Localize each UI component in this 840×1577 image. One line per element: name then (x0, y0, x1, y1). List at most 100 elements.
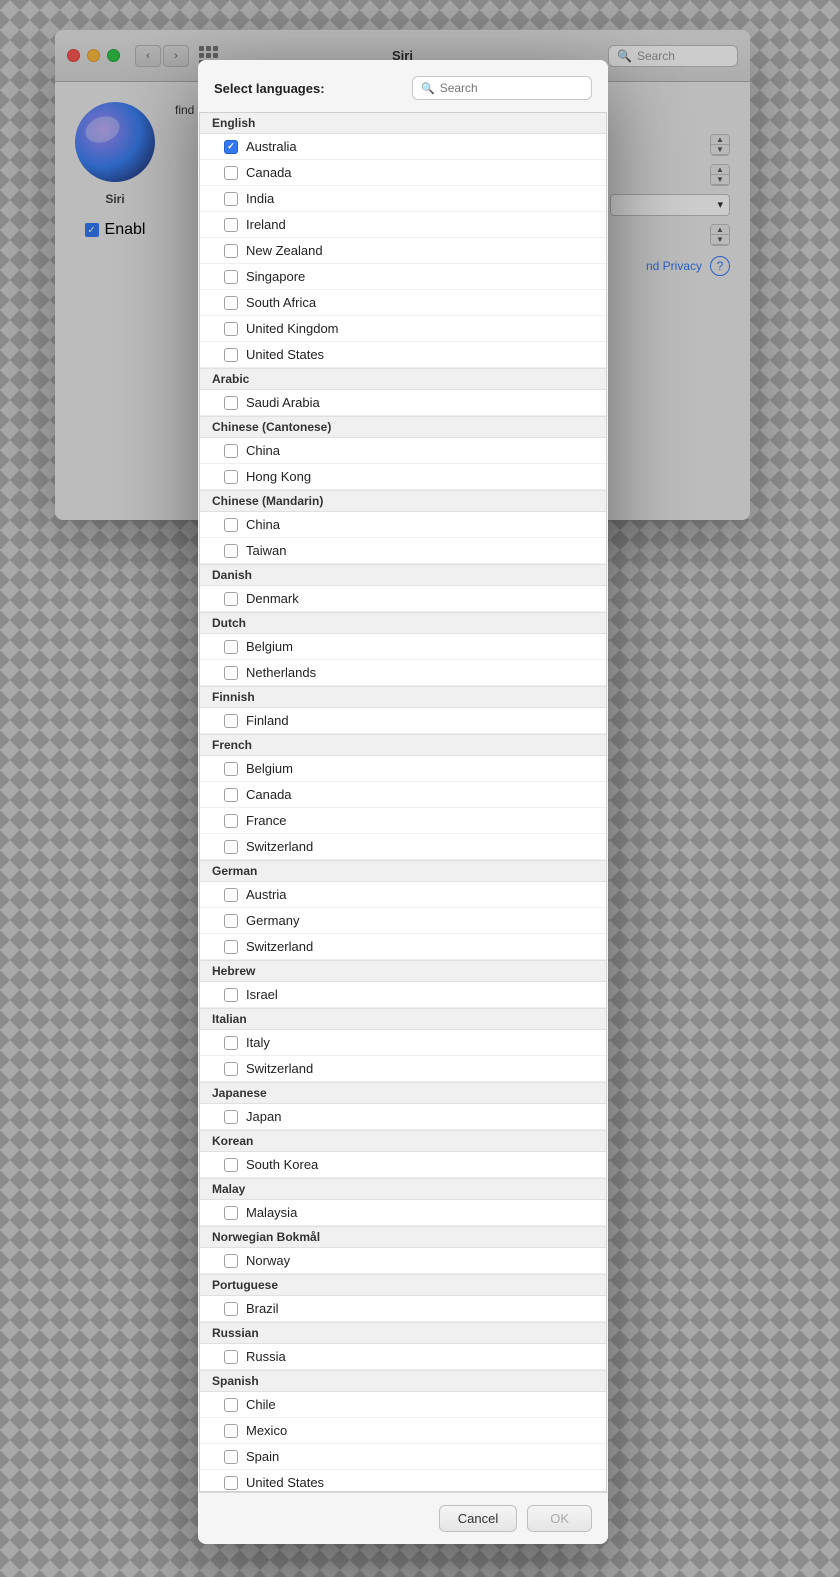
lang-item[interactable]: India (200, 186, 606, 212)
lang-item[interactable]: Switzerland (200, 934, 606, 960)
lang-checkbox[interactable] (224, 270, 238, 284)
lang-checkbox[interactable] (224, 544, 238, 558)
lang-group-danish: Danish (200, 564, 606, 586)
lang-checkbox[interactable] (224, 1206, 238, 1220)
lang-checkbox[interactable] (224, 840, 238, 854)
lang-name: Switzerland (246, 939, 313, 954)
lang-item[interactable]: Canada (200, 782, 606, 808)
lang-checkbox[interactable] (224, 1476, 238, 1490)
lang-item[interactable]: Malaysia (200, 1200, 606, 1226)
lang-checkbox[interactable] (224, 1302, 238, 1316)
lang-checkbox[interactable] (224, 788, 238, 802)
lang-item[interactable]: Netherlands (200, 660, 606, 686)
lang-checkbox[interactable] (224, 1350, 238, 1364)
lang-checkbox[interactable] (224, 888, 238, 902)
lang-item[interactable]: China (200, 438, 606, 464)
lang-item[interactable]: Japan (200, 1104, 606, 1130)
lang-item[interactable]: Ireland (200, 212, 606, 238)
lang-name: Spain (246, 1449, 279, 1464)
lang-checkbox[interactable] (224, 296, 238, 310)
lang-name: Ireland (246, 217, 286, 232)
search-input[interactable] (440, 81, 583, 95)
lang-checkbox[interactable] (224, 470, 238, 484)
lang-item[interactable]: Austria (200, 882, 606, 908)
lang-checkbox[interactable] (224, 1036, 238, 1050)
lang-name: Mexico (246, 1423, 287, 1438)
lang-item[interactable]: Australia (200, 134, 606, 160)
lang-checkbox[interactable] (224, 814, 238, 828)
lang-item[interactable]: Belgium (200, 756, 606, 782)
lang-checkbox[interactable] (224, 666, 238, 680)
lang-item[interactable]: Spain (200, 1444, 606, 1470)
lang-name: South Korea (246, 1157, 318, 1172)
lang-item[interactable]: Switzerland (200, 834, 606, 860)
lang-item[interactable]: Canada (200, 160, 606, 186)
lang-checkbox[interactable] (224, 396, 238, 410)
lang-checkbox[interactable] (224, 192, 238, 206)
lang-item[interactable]: South Korea (200, 1152, 606, 1178)
cancel-button[interactable]: Cancel (439, 1505, 517, 1532)
lang-checkbox[interactable] (224, 140, 238, 154)
lang-checkbox[interactable] (224, 1158, 238, 1172)
lang-name: South Africa (246, 295, 316, 310)
lang-name: Netherlands (246, 665, 316, 680)
lang-item[interactable]: Russia (200, 1344, 606, 1370)
lang-item[interactable]: France (200, 808, 606, 834)
lang-item[interactable]: Belgium (200, 634, 606, 660)
lang-checkbox[interactable] (224, 444, 238, 458)
lang-checkbox[interactable] (224, 348, 238, 362)
lang-name: United States (246, 347, 324, 362)
lang-name: Hong Kong (246, 469, 311, 484)
lang-group-dutch: Dutch (200, 612, 606, 634)
lang-name: Israel (246, 987, 278, 1002)
lang-name: Austria (246, 887, 286, 902)
lang-group-malay: Malay (200, 1178, 606, 1200)
lang-name: Chile (246, 1397, 276, 1412)
lang-item[interactable]: United States (200, 1470, 606, 1492)
lang-item[interactable]: Hong Kong (200, 464, 606, 490)
lang-checkbox[interactable] (224, 1450, 238, 1464)
lang-item[interactable]: Singapore (200, 264, 606, 290)
lang-item[interactable]: Switzerland (200, 1056, 606, 1082)
lang-item[interactable]: Germany (200, 908, 606, 934)
lang-checkbox[interactable] (224, 1398, 238, 1412)
lang-checkbox[interactable] (224, 640, 238, 654)
lang-name: United Kingdom (246, 321, 339, 336)
lang-checkbox[interactable] (224, 592, 238, 606)
lang-checkbox[interactable] (224, 1110, 238, 1124)
lang-item[interactable]: United States (200, 342, 606, 368)
lang-item[interactable]: Brazil (200, 1296, 606, 1322)
lang-checkbox[interactable] (224, 1424, 238, 1438)
select-languages-dialog: Select languages: 🔍 EnglishAustraliaCana… (198, 60, 608, 1544)
lang-checkbox[interactable] (224, 166, 238, 180)
lang-checkbox[interactable] (224, 914, 238, 928)
lang-checkbox[interactable] (224, 1062, 238, 1076)
lang-item[interactable]: United Kingdom (200, 316, 606, 342)
lang-item[interactable]: Denmark (200, 586, 606, 612)
lang-checkbox[interactable] (224, 940, 238, 954)
lang-item[interactable]: South Africa (200, 290, 606, 316)
lang-item[interactable]: Italy (200, 1030, 606, 1056)
search-field[interactable]: 🔍 (412, 76, 592, 100)
lang-group-chinese-(cantonese): Chinese (Cantonese) (200, 416, 606, 438)
lang-checkbox[interactable] (224, 244, 238, 258)
lang-checkbox[interactable] (224, 518, 238, 532)
lang-item[interactable]: New Zealand (200, 238, 606, 264)
lang-checkbox[interactable] (224, 762, 238, 776)
lang-item[interactable]: Israel (200, 982, 606, 1008)
lang-name: Canada (246, 787, 292, 802)
lang-item[interactable]: Saudi Arabia (200, 390, 606, 416)
lang-checkbox[interactable] (224, 218, 238, 232)
lang-item[interactable]: Finland (200, 708, 606, 734)
lang-checkbox[interactable] (224, 1254, 238, 1268)
lang-name: United States (246, 1475, 324, 1490)
lang-item[interactable]: Taiwan (200, 538, 606, 564)
lang-item[interactable]: Norway (200, 1248, 606, 1274)
lang-checkbox[interactable] (224, 322, 238, 336)
lang-item[interactable]: Chile (200, 1392, 606, 1418)
ok-button[interactable]: OK (527, 1505, 592, 1532)
lang-item[interactable]: Mexico (200, 1418, 606, 1444)
lang-checkbox[interactable] (224, 714, 238, 728)
lang-item[interactable]: China (200, 512, 606, 538)
lang-checkbox[interactable] (224, 988, 238, 1002)
